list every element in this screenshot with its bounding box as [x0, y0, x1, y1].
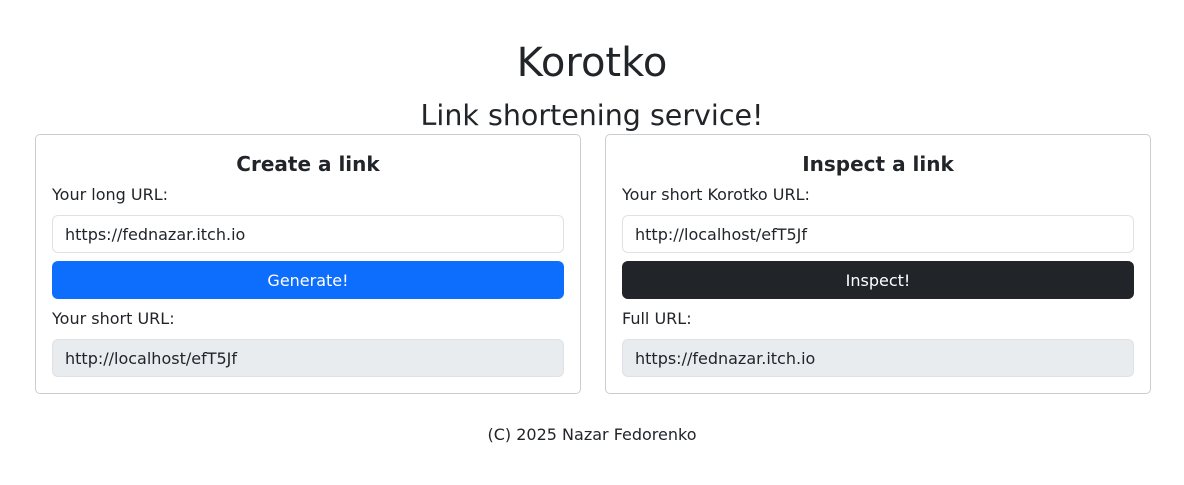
long-url-input[interactable] — [52, 215, 564, 253]
inspect-button[interactable]: Inspect! — [622, 261, 1134, 299]
short-korotko-url-label: Your short Korotko URL: — [622, 185, 810, 204]
short-url-label: Your short URL: — [52, 309, 175, 328]
create-link-card: Create a link Your long URL: Generate! Y… — [35, 134, 581, 394]
page-title: Korotko — [516, 39, 668, 86]
create-link-title: Create a link — [236, 152, 380, 176]
full-url-label: Full URL: — [622, 309, 692, 328]
generate-button[interactable]: Generate! — [52, 261, 564, 299]
short-korotko-url-input[interactable] — [622, 215, 1134, 253]
page-subtitle: Link shortening service! — [420, 98, 764, 132]
inspect-link-title: Inspect a link — [802, 152, 954, 176]
inspect-link-card: Inspect a link Your short Korotko URL: I… — [605, 134, 1151, 394]
long-url-label: Your long URL: — [52, 185, 168, 204]
short-url-output[interactable] — [52, 339, 564, 377]
footer-copyright: (C) 2025 Nazar Fedorenko — [487, 425, 697, 444]
full-url-output[interactable] — [622, 339, 1134, 377]
